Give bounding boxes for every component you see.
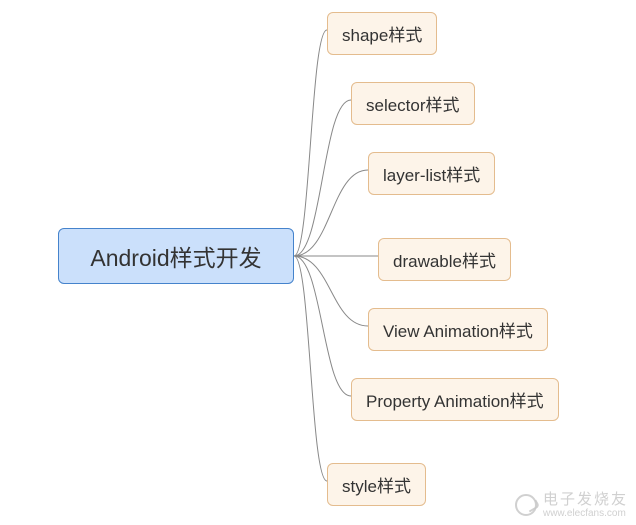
connector-path <box>294 256 351 396</box>
child-node-3: drawable样式 <box>378 238 511 281</box>
child-node-1: selector样式 <box>351 82 475 125</box>
child-label-5: Property Animation样式 <box>366 392 544 411</box>
root-node: Android样式开发 <box>58 228 294 284</box>
child-label-3: drawable样式 <box>393 252 496 271</box>
child-label-6: style样式 <box>342 477 411 496</box>
child-node-2: layer-list样式 <box>368 152 495 195</box>
connector-path <box>294 30 327 256</box>
child-node-4: View Animation样式 <box>368 308 548 351</box>
connector-path <box>294 100 351 256</box>
child-node-5: Property Animation样式 <box>351 378 559 421</box>
watermark-logo-icon <box>515 494 537 516</box>
child-label-4: View Animation样式 <box>383 322 533 341</box>
connector-path <box>294 256 368 326</box>
child-label-1: selector样式 <box>366 96 460 115</box>
child-node-6: style样式 <box>327 463 426 506</box>
watermark-url: www.elecfans.com <box>543 508 628 519</box>
root-label: Android样式开发 <box>90 239 261 273</box>
watermark: 电子发烧友 www.elecfans.com <box>515 492 628 520</box>
connector-path <box>294 170 368 256</box>
child-node-0: shape样式 <box>327 12 437 55</box>
child-label-0: shape样式 <box>342 26 422 45</box>
watermark-title: 电子发烧友 <box>543 492 628 509</box>
child-label-2: layer-list样式 <box>383 166 480 185</box>
connector-path <box>294 256 327 481</box>
